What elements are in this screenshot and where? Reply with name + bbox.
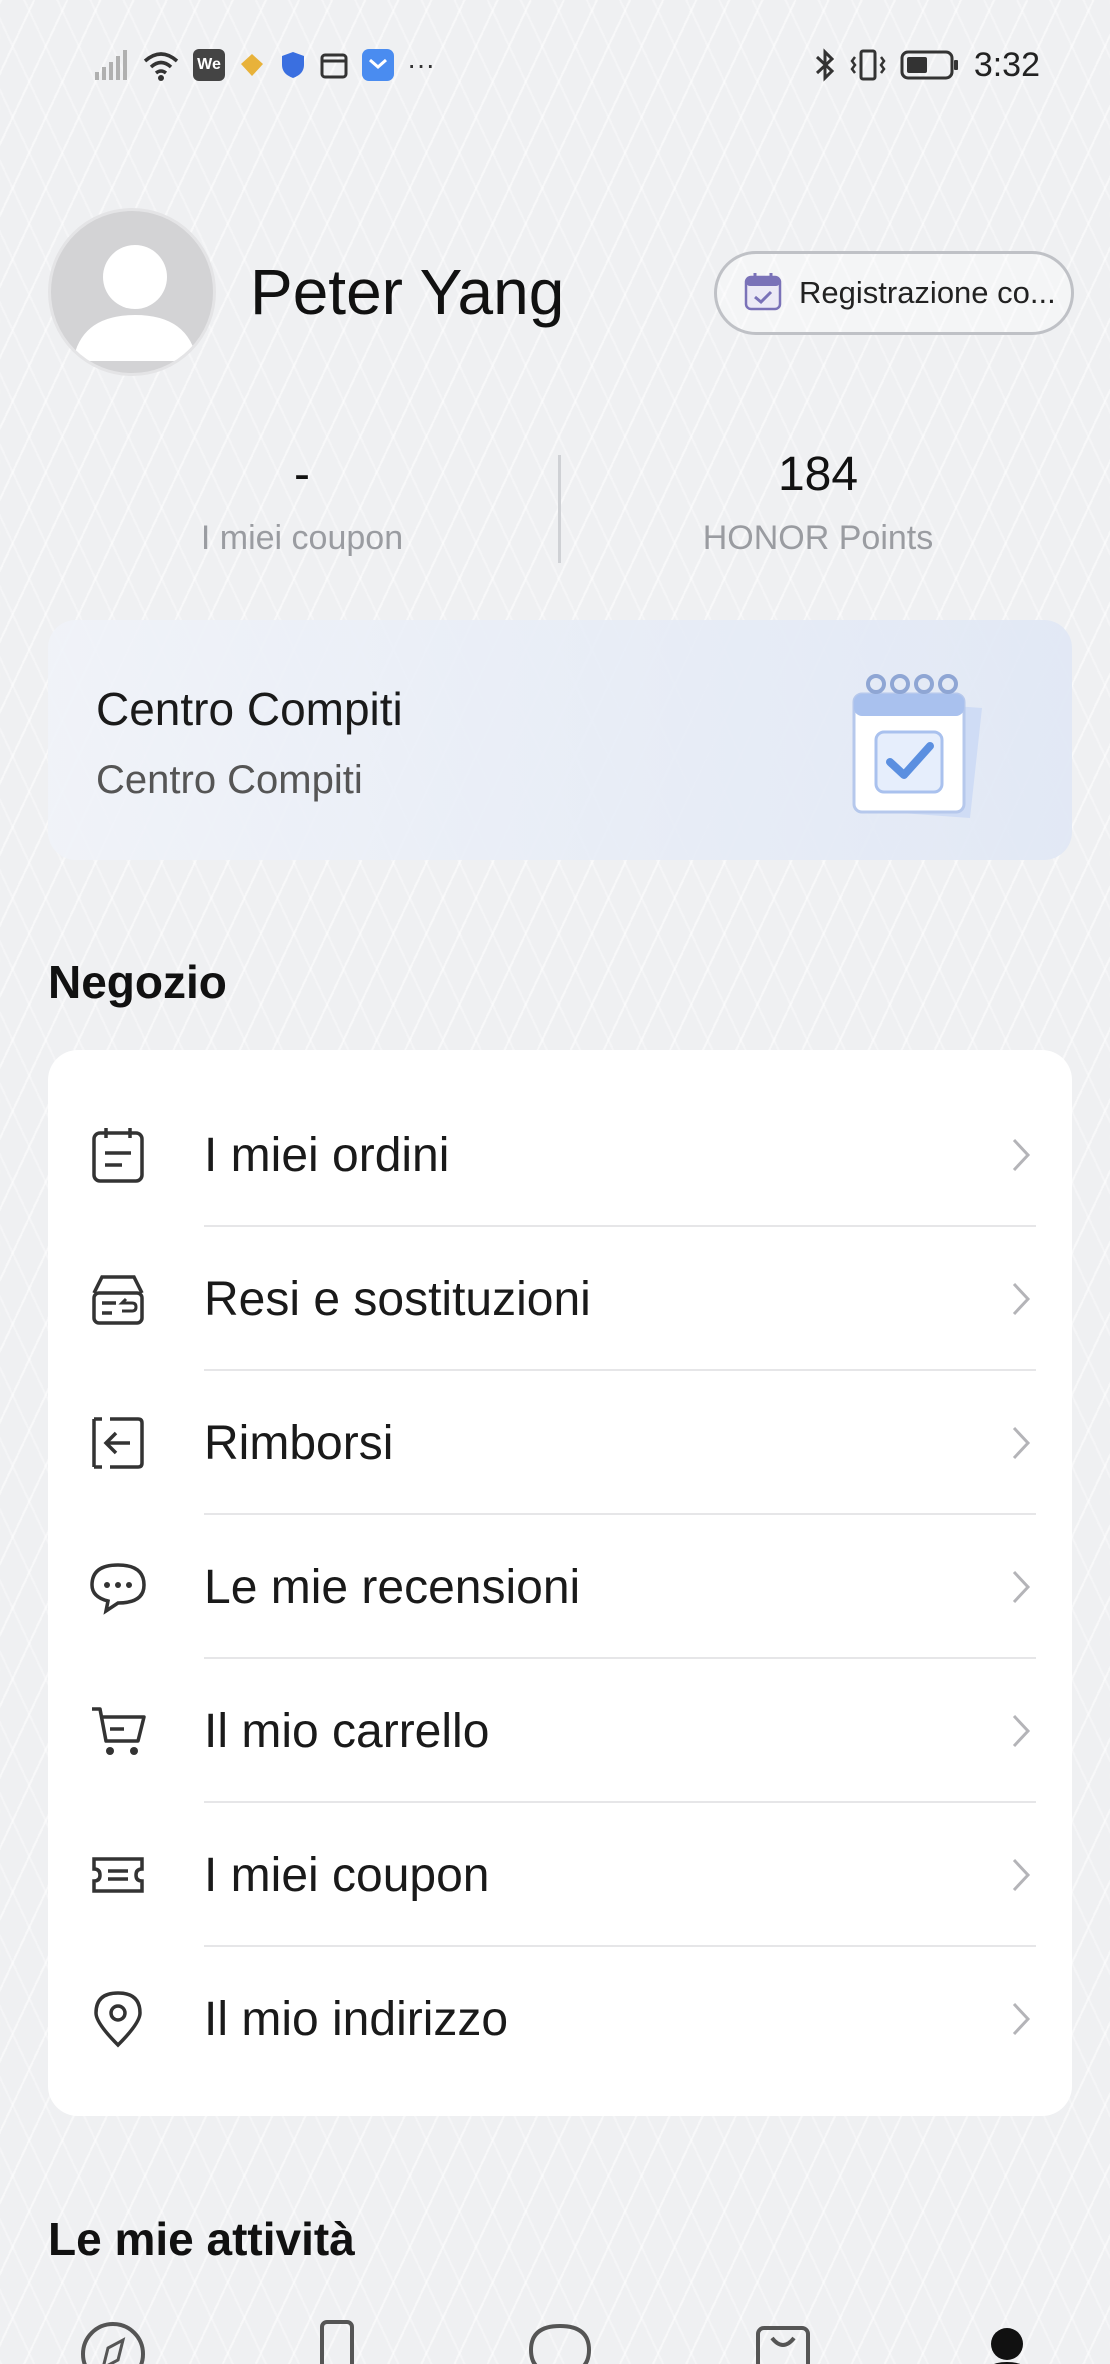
chevron-right-icon [1006,1135,1036,1175]
menu-item-label: I miei coupon [204,1848,490,1902]
diamond-app-icon [237,50,267,80]
chevron-right-icon [1006,1567,1036,1607]
stats-divider [558,455,561,563]
shield-app-icon [279,50,307,80]
chevron-right-icon [1006,1999,1036,2039]
avatar[interactable] [48,208,216,376]
battery-icon [900,49,960,81]
honor-points-value: 184 [777,448,859,501]
menu-item-address[interactable]: Il mio indirizzo [48,1947,1072,2091]
orders-icon [86,1123,150,1187]
coupons-stat[interactable]: - I miei coupon [92,445,512,558]
compass-icon[interactable] [78,2320,148,2364]
check-in-label: Registrazione co... [799,275,1056,310]
chat-icon[interactable] [525,2320,595,2364]
status-bar-right: 3:32 [814,40,1040,90]
calendar-check-illustration-icon [842,670,992,820]
bluetooth-icon [814,47,836,83]
status-bar-left: We ··· [95,45,435,85]
reviews-icon [86,1555,150,1619]
menu-item-coupons[interactable]: I miei coupon [48,1803,1072,1947]
check-in-button[interactable]: Registrazione co... [714,251,1074,335]
clock: 3:32 [973,45,1040,84]
menu-item-reviews[interactable]: Le mie recensioni [48,1515,1072,1659]
task-center-card[interactable]: Centro Compiti Centro Compiti [48,620,1072,860]
coupons-count: - [294,448,310,501]
menu-item-label: I miei ordini [204,1128,450,1182]
chevron-right-icon [1006,1855,1036,1895]
returns-icon [86,1267,150,1331]
default-avatar-icon [73,245,197,361]
calendar-check-icon [743,270,783,317]
menu-item-orders[interactable]: I miei ordini [48,1083,1072,1227]
menu-item-label: Rimborsi [204,1416,394,1470]
calendar-app-icon [319,50,349,80]
we-app-icon: We [193,49,225,81]
signal-icon [95,50,129,80]
menu-item-cart[interactable]: Il mio carrello [48,1659,1072,1803]
shop-menu-card: I miei ordini Resi e sostituzioni Rimbor… [48,1050,1072,2116]
cart-icon [86,1699,150,1763]
chevron-right-icon [1006,1711,1036,1751]
task-center-title: Centro Compiti [96,683,403,735]
profile-icon[interactable] [972,2320,1042,2364]
vibrate-icon [850,47,886,83]
phone-icon[interactable] [302,2320,372,2364]
refund-icon [86,1411,150,1475]
menu-item-returns[interactable]: Resi e sostituzioni [48,1227,1072,1371]
shop-app-icon [361,48,395,82]
menu-item-refunds[interactable]: Rimborsi [48,1371,1072,1515]
bottom-navigation [0,2310,1110,2364]
chevron-right-icon [1006,1279,1036,1319]
menu-item-label: Il mio indirizzo [204,1992,509,2046]
more-notifications-icon: ··· [407,49,435,80]
chevron-right-icon [1006,1423,1036,1463]
menu-item-label: Il mio carrello [204,1704,490,1758]
user-name: Peter Yang [250,256,565,328]
shopping-bag-icon[interactable] [748,2320,818,2364]
menu-item-label: Le mie recensioni [204,1560,581,1614]
location-pin-icon [86,1987,150,2051]
menu-item-label: Resi e sostituzioni [204,1272,591,1326]
coupon-icon [86,1843,150,1907]
task-center-subtitle: Centro Compiti [96,758,363,802]
status-bar: We ··· 3:32 [0,0,1110,130]
honor-points-label: HONOR Points [702,519,934,557]
shop-section-title: Negozio [48,956,227,1008]
honor-points-stat[interactable]: 184 HONOR Points [608,445,1028,558]
coupons-stat-label: I miei coupon [200,519,404,557]
wifi-icon [141,49,181,81]
activities-section-title: Le mie attività [48,2213,355,2265]
